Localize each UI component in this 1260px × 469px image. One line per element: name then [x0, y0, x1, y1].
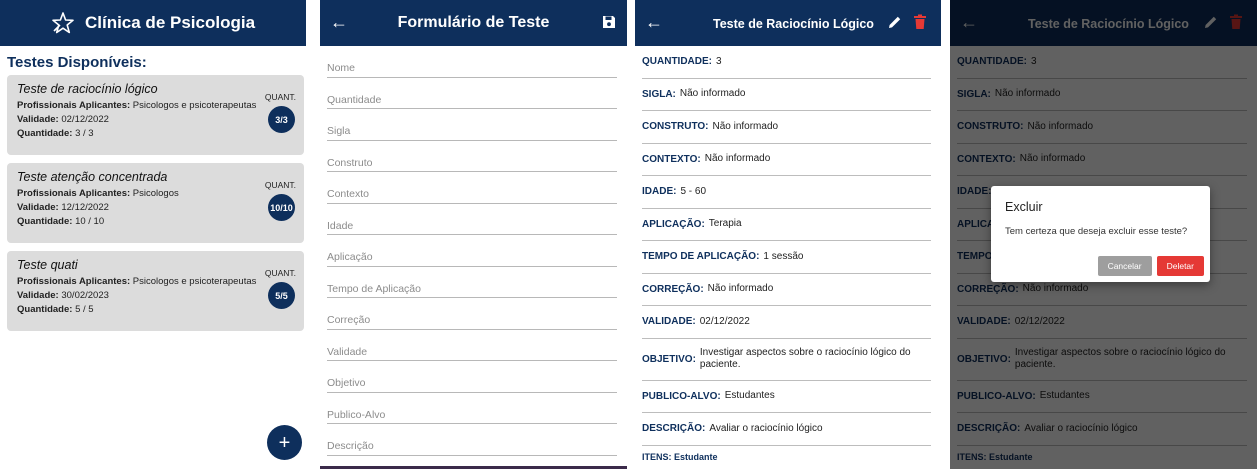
app-title: Clínica de Psicologia	[84, 13, 256, 32]
test-card-professionals: Profissionais Aplicantes: Psicologos	[17, 188, 179, 199]
quant-label: QUANT.	[264, 180, 296, 190]
detail-row-application: APLICAÇÃO:Terapia	[642, 209, 931, 241]
test-card-title: Teste de raciocínio lógico	[17, 82, 158, 96]
detail-row-items: ITENS: Estudante	[642, 451, 718, 460]
home-app-bar: Clínica de Psicologia	[0, 0, 306, 46]
test-card[interactable]: Teste quati Profissionais Aplicantes: Ps…	[7, 251, 304, 331]
test-card-validity: Validade: 12/12/2022	[17, 202, 109, 213]
test-card-title: Teste atenção concentrada	[17, 170, 168, 184]
detail-row-quantity: QUANTIDADE:3	[642, 46, 931, 79]
test-card-quantity: Quantidade: 5 / 5	[17, 304, 94, 315]
quantity-field[interactable]: Quantidade	[327, 78, 617, 109]
quant-label: QUANT.	[264, 268, 296, 278]
detail-screen: ← Teste de Raciocínio Lógico QUANTIDADE:…	[635, 0, 941, 469]
test-card-validity: Validade: 30/02/2023	[17, 290, 109, 301]
dialog-title: Excluir	[1005, 200, 1043, 214]
quant-label: QUANT.	[264, 92, 296, 102]
dialog-actions: Cancelar Deletar	[1097, 256, 1204, 276]
name-field[interactable]: Nome	[327, 46, 617, 78]
detail-row-validity: VALIDADE:02/12/2022	[642, 306, 931, 339]
target-audience-field[interactable]: Publico-Alvo	[327, 393, 617, 424]
delete-confirm-dialog: Excluir Tem certeza que deseja excluir e…	[991, 186, 1210, 282]
detail-row-construct: CONSTRUTO:Não informado	[642, 111, 931, 144]
detail-title: Teste de Raciocínio Lógico	[713, 17, 874, 31]
detail-row-target-audience: PUBLICO-ALVO:Estudantes	[642, 381, 931, 413]
description-field[interactable]: Descrição	[327, 424, 617, 456]
test-card-title: Teste quati	[17, 258, 78, 272]
quantity-badge: 5/5	[268, 282, 295, 309]
test-card-validity: Validade: 02/12/2022	[17, 114, 109, 125]
delete-button[interactable]: Deletar	[1156, 256, 1204, 276]
objective-field[interactable]: Objetivo	[327, 361, 617, 393]
test-card[interactable]: Teste atenção concentrada Profissionais …	[7, 163, 304, 243]
test-card-professionals: Profissionais Aplicantes: Psicologos e p…	[17, 100, 257, 111]
detail-row-objective: OBJETIVO:Investigar aspectos sobre o rac…	[642, 339, 931, 381]
quantity-badge: 3/3	[268, 106, 295, 133]
home-screen: Clínica de Psicologia Testes Disponíveis…	[0, 0, 306, 469]
form-app-bar: ← Formulário de Teste	[320, 0, 627, 46]
context-field[interactable]: Contexto	[327, 172, 617, 204]
detail-row-acronym: SIGLA:Não informado	[642, 79, 931, 111]
age-field[interactable]: Idade	[327, 204, 617, 235]
acronym-field[interactable]: Sigla	[327, 109, 617, 141]
trash-icon[interactable]	[913, 14, 931, 32]
save-icon[interactable]	[601, 14, 619, 32]
detail-app-bar: ← Teste de Raciocínio Lógico	[635, 0, 941, 46]
test-card-professionals: Profissionais Aplicantes: Psicologos e p…	[17, 276, 257, 287]
star-logo-icon	[51, 11, 75, 35]
correction-field[interactable]: Correção	[327, 298, 617, 330]
cancel-button[interactable]: Cancelar	[1097, 256, 1152, 276]
section-title: Testes Disponíveis:	[7, 54, 147, 71]
detail-row-age: IDADE:5 - 60	[642, 176, 931, 209]
test-card-quantity: Quantidade: 10 / 10	[17, 216, 105, 227]
form-fields: Nome Quantidade Sigla Construto Contexto…	[320, 46, 627, 456]
validity-field[interactable]: Validade	[327, 330, 617, 361]
construct-field[interactable]: Construto	[327, 141, 617, 172]
detail-row-context: CONTEXTO:Não informado	[642, 144, 931, 176]
add-test-button[interactable]: +	[267, 425, 302, 460]
form-title: Formulário de Teste	[397, 14, 550, 31]
test-card[interactable]: Teste de raciocínio lógico Profissionais…	[7, 75, 304, 155]
quantity-badge: 10/10	[268, 194, 295, 221]
detail-row-description: DESCRIÇÃO:Avaliar o raciocínio lógico	[642, 413, 931, 446]
application-field[interactable]: Aplicação	[327, 235, 617, 267]
test-card-quantity: Quantidade: 3 / 3	[17, 128, 94, 139]
delete-dialog-screen: ← Teste de Raciocínio Lógico QUANTIDADE:…	[950, 0, 1257, 469]
detail-row-application-time: TEMPO DE APLICAÇÃO:1 sessão	[642, 241, 931, 274]
detail-row-correction: CORREÇÃO:Não informado	[642, 274, 931, 306]
pencil-icon[interactable]	[887, 14, 905, 32]
form-screen: ← Formulário de Teste Nome Quantidade Si…	[320, 0, 627, 469]
application-time-field[interactable]: Tempo de Aplicação	[327, 267, 617, 298]
arrow-left-icon[interactable]: ←	[645, 12, 663, 32]
dialog-message: Tem certeza que deseja excluir esse test…	[1005, 226, 1188, 237]
